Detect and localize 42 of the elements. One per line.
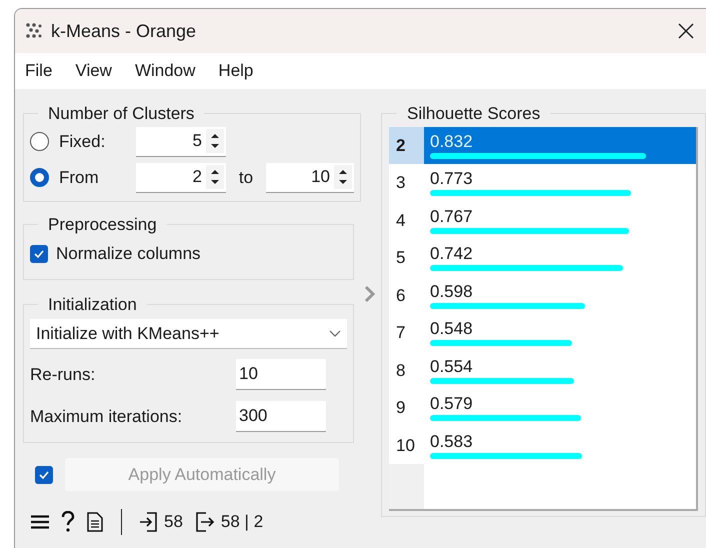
input-field[interactable]: 10 (236, 359, 326, 390)
close-icon[interactable] (678, 23, 694, 39)
spin-arrows-icon[interactable] (334, 165, 352, 189)
spin-box[interactable]: 5 (136, 126, 226, 156)
radio-label: Fixed: (59, 130, 106, 153)
group-title: Initialization (47, 294, 138, 316)
chevron-icon (329, 330, 341, 338)
checkbox-label: Normalize columns (56, 243, 201, 265)
menu-item[interactable]: Help (218, 58, 254, 84)
radio-button[interactable] (30, 168, 49, 187)
range-label: to (238, 166, 254, 189)
field-label: Maximum iterations: (30, 406, 184, 428)
table-corner (389, 464, 424, 508)
check-icon (38, 470, 50, 480)
menu-item[interactable]: File (25, 58, 52, 84)
spin-box[interactable]: 10 (266, 162, 354, 192)
field-label: Re-runs: (30, 364, 96, 386)
check-icon (33, 248, 45, 259)
app-icon (25, 22, 43, 40)
method-dropdown[interactable]: Initialize with KMeans++ (30, 319, 347, 349)
document-icon[interactable] (87, 512, 103, 532)
output-icon (194, 512, 215, 532)
help-icon[interactable] (61, 511, 75, 533)
score-cell[interactable]: 0.832 (424, 126, 696, 164)
radio-button[interactable] (30, 132, 49, 151)
radio-label: From (59, 166, 100, 189)
group-title: Number of Clusters (47, 103, 196, 125)
menu-item[interactable]: View (75, 58, 112, 84)
input-field[interactable]: 300 (236, 401, 326, 432)
window-title: k-Means - Orange (51, 20, 196, 43)
spin-box[interactable]: 2 (136, 162, 226, 192)
input-count: 58 (164, 511, 183, 534)
group-title: Silhouette Scores (406, 103, 542, 125)
group-title: Preprocessing (47, 214, 158, 236)
menu-item[interactable]: Window (134, 58, 196, 84)
spin-arrows-icon[interactable] (206, 165, 224, 189)
spin-arrows-icon[interactable] (206, 129, 224, 153)
row-header[interactable]: 2 (389, 126, 424, 164)
output-count: 58 | 2 (220, 511, 264, 534)
menu-icon[interactable] (31, 515, 49, 529)
input-icon (140, 512, 158, 532)
checkbox[interactable] (30, 244, 48, 263)
